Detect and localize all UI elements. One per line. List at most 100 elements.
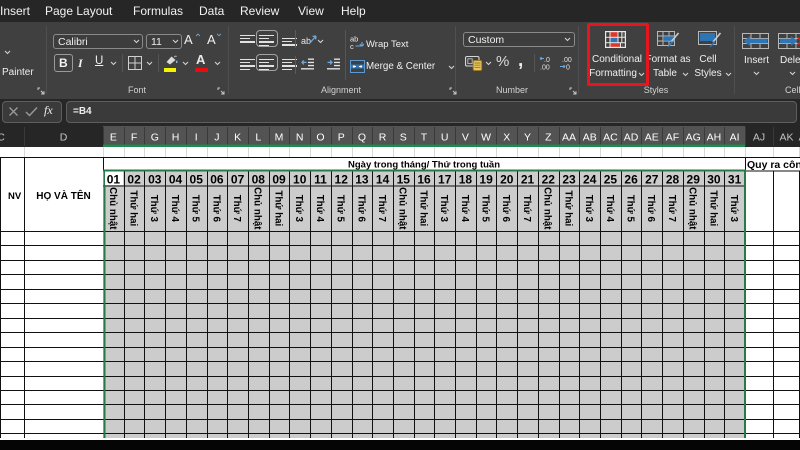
svg-text:30: 30 bbox=[707, 173, 721, 187]
svg-text:08: 08 bbox=[252, 173, 266, 187]
svg-text:Thứ 3: Thứ 3 bbox=[728, 195, 739, 223]
svg-text:Thứ 7: Thứ 7 bbox=[521, 195, 532, 223]
svg-text:25: 25 bbox=[604, 173, 618, 187]
svg-text:R: R bbox=[379, 132, 387, 144]
svg-text:Thứ 6: Thứ 6 bbox=[500, 195, 511, 223]
svg-text:X: X bbox=[503, 132, 510, 144]
svg-text:Thứ 3: Thứ 3 bbox=[438, 195, 449, 223]
svg-text:05: 05 bbox=[190, 173, 204, 187]
svg-text:14: 14 bbox=[376, 173, 390, 187]
svg-text:AD: AD bbox=[624, 132, 639, 144]
svg-text:H: H bbox=[172, 132, 180, 144]
svg-text:01: 01 bbox=[107, 173, 121, 187]
svg-text:Y: Y bbox=[524, 132, 531, 144]
svg-text:28: 28 bbox=[666, 173, 680, 187]
svg-text:Thứ 6: Thứ 6 bbox=[210, 195, 221, 223]
svg-text:21: 21 bbox=[521, 173, 535, 187]
svg-text:12: 12 bbox=[335, 173, 349, 187]
svg-text:Chủ nhật: Chủ nhật bbox=[542, 187, 553, 230]
svg-text:D: D bbox=[60, 132, 68, 144]
svg-text:Thứ 7: Thứ 7 bbox=[231, 195, 242, 223]
svg-text:Chủ nhật: Chủ nhật bbox=[252, 187, 263, 230]
svg-text:M: M bbox=[275, 132, 284, 144]
svg-text:29: 29 bbox=[687, 173, 701, 187]
svg-text:.00: .00 bbox=[562, 57, 572, 64]
svg-text:L: L bbox=[255, 132, 261, 144]
svg-text:Thứ 4: Thứ 4 bbox=[459, 195, 470, 223]
svg-text:10: 10 bbox=[293, 173, 307, 187]
svg-text:AI: AI bbox=[730, 132, 740, 144]
svg-text:AK: AK bbox=[779, 132, 793, 144]
svg-text:AB: AB bbox=[583, 132, 597, 144]
svg-text:AC: AC bbox=[603, 132, 618, 144]
svg-text:27: 27 bbox=[645, 173, 659, 187]
svg-text:09: 09 bbox=[272, 173, 286, 187]
svg-text:Thứ hai: Thứ hai bbox=[562, 190, 573, 226]
svg-text:AH: AH bbox=[707, 132, 722, 144]
svg-text:N: N bbox=[296, 132, 304, 144]
svg-text:11: 11 bbox=[314, 173, 327, 187]
svg-text:NV: NV bbox=[8, 191, 22, 202]
svg-text:31: 31 bbox=[728, 173, 742, 187]
svg-text:AA: AA bbox=[562, 132, 576, 144]
svg-text:AF: AF bbox=[666, 132, 679, 144]
svg-text:Thứ hai: Thứ hai bbox=[707, 190, 718, 226]
svg-text:AG: AG bbox=[686, 132, 701, 144]
svg-text:U: U bbox=[441, 132, 449, 144]
svg-text:c: c bbox=[350, 42, 354, 50]
svg-text:Thứ 6: Thứ 6 bbox=[645, 195, 656, 223]
svg-text:0: 0 bbox=[566, 65, 570, 71]
svg-text:03: 03 bbox=[148, 173, 162, 187]
svg-text:T: T bbox=[421, 132, 428, 144]
svg-text:13: 13 bbox=[355, 173, 369, 187]
svg-text:G: G bbox=[151, 132, 159, 144]
svg-text:I: I bbox=[195, 132, 198, 144]
svg-text:AJ: AJ bbox=[753, 132, 765, 144]
svg-text:Thứ hai: Thứ hai bbox=[128, 190, 139, 226]
svg-text:.0: .0 bbox=[544, 57, 550, 64]
svg-text:17: 17 bbox=[438, 173, 452, 187]
svg-text:06: 06 bbox=[210, 173, 224, 187]
svg-text:Thứ 5: Thứ 5 bbox=[335, 195, 346, 223]
svg-text:22: 22 bbox=[542, 173, 556, 187]
svg-text:AE: AE bbox=[645, 132, 659, 144]
svg-text:S: S bbox=[400, 132, 407, 144]
svg-text:K: K bbox=[234, 132, 241, 144]
svg-text:23: 23 bbox=[562, 173, 576, 187]
svg-text:20: 20 bbox=[500, 173, 514, 187]
svg-text:J: J bbox=[214, 132, 219, 144]
svg-text:Thứ 4: Thứ 4 bbox=[314, 195, 325, 223]
svg-text:Thứ 6: Thứ 6 bbox=[355, 195, 366, 223]
svg-text:24: 24 bbox=[583, 173, 597, 187]
svg-text:O: O bbox=[316, 132, 324, 144]
svg-text:04: 04 bbox=[169, 173, 183, 187]
svg-text:Quy ra công: Quy ra công bbox=[747, 159, 800, 171]
svg-text:Thứ 7: Thứ 7 bbox=[376, 195, 387, 223]
svg-text:Thứ 5: Thứ 5 bbox=[480, 195, 491, 223]
svg-text:C: C bbox=[0, 132, 5, 144]
svg-text:Thứ 7: Thứ 7 bbox=[666, 195, 677, 223]
svg-text:W: W bbox=[481, 132, 491, 144]
svg-text:16: 16 bbox=[417, 173, 431, 187]
svg-text:E: E bbox=[110, 132, 117, 144]
svg-text:Thứ 3: Thứ 3 bbox=[583, 195, 594, 223]
svg-text:F: F bbox=[131, 132, 137, 144]
svg-text:Chủ nhật: Chủ nhật bbox=[687, 187, 698, 230]
svg-text:26: 26 bbox=[624, 173, 638, 187]
svg-text:HỌ VÀ TÊN: HỌ VÀ TÊN bbox=[36, 189, 90, 202]
svg-text:P: P bbox=[338, 132, 345, 144]
svg-text:ab: ab bbox=[301, 36, 311, 46]
svg-text:Thứ 5: Thứ 5 bbox=[190, 195, 201, 223]
svg-text:Ngày trong tháng/ Thứ trong tu: Ngày trong tháng/ Thứ trong tuần bbox=[348, 160, 500, 171]
svg-text:02: 02 bbox=[127, 173, 141, 187]
svg-text:Thứ hai: Thứ hai bbox=[417, 190, 428, 226]
svg-text:18: 18 bbox=[459, 173, 473, 187]
svg-text:07: 07 bbox=[231, 173, 245, 187]
svg-text:Thứ 4: Thứ 4 bbox=[169, 195, 180, 223]
svg-text:19: 19 bbox=[479, 173, 493, 187]
svg-text:Q: Q bbox=[358, 132, 366, 144]
svg-text:Thứ 3: Thứ 3 bbox=[148, 195, 159, 223]
svg-text:Chủ nhật: Chủ nhật bbox=[397, 187, 408, 230]
svg-text:Thứ 5: Thứ 5 bbox=[625, 195, 636, 223]
svg-text:Chủ nhật: Chủ nhật bbox=[107, 187, 118, 230]
